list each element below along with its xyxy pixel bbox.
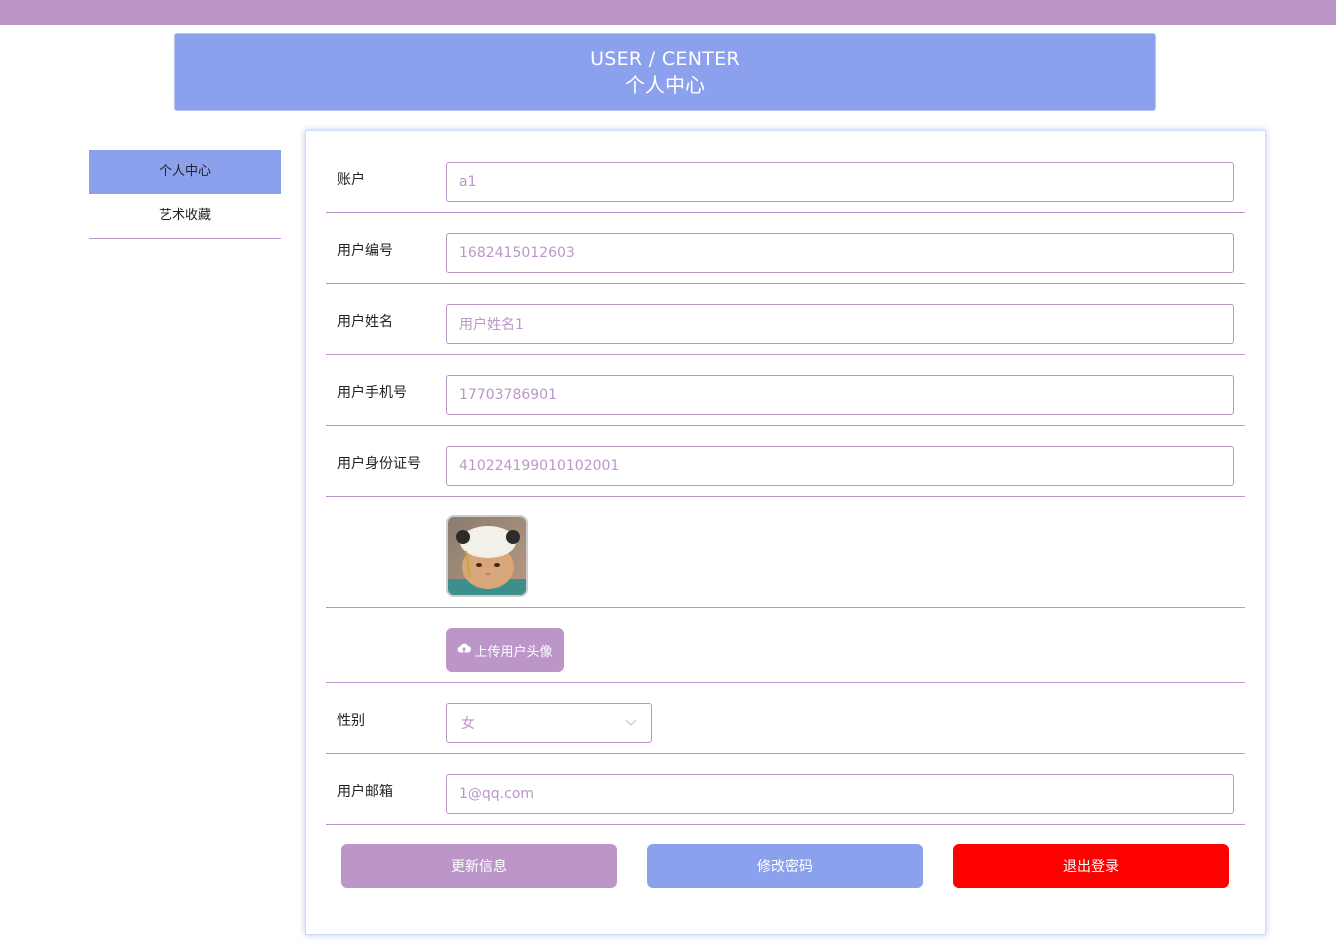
avatar-row: [326, 497, 1245, 608]
account-label: 账户: [337, 172, 365, 188]
page-title-en: USER / CENTER: [590, 48, 740, 70]
logout-button[interactable]: 退出登录: [953, 844, 1229, 888]
gender-label: 性别: [337, 713, 365, 729]
sidebar-item-profile[interactable]: 个人中心: [89, 150, 281, 194]
top-bar: [0, 0, 1336, 25]
upload-avatar-button[interactable]: 上传用户头像: [446, 628, 564, 672]
page-title-banner: USER / CENTER 个人中心: [174, 33, 1156, 111]
account-input[interactable]: [446, 162, 1234, 202]
user-phone-label: 用户手机号: [337, 385, 407, 401]
page-title-cn: 个人中心: [625, 73, 705, 97]
change-password-button[interactable]: 修改密码: [647, 844, 923, 888]
user-id-input[interactable]: [446, 233, 1234, 273]
chevron-down-icon: [625, 715, 637, 731]
user-id-card-label: 用户身份证号: [337, 456, 421, 472]
profile-form-panel: 账户 用户编号 用户姓名 用户手机号 用户身份证号: [305, 130, 1266, 935]
gender-select[interactable]: 女: [446, 703, 652, 743]
upload-avatar-label: 上传用户头像: [474, 644, 553, 660]
user-id-card-row: 用户身份证号: [326, 426, 1245, 497]
user-id-card-input[interactable]: [446, 446, 1234, 486]
user-phone-input[interactable]: [446, 375, 1234, 415]
gender-selected-value: 女: [461, 716, 475, 732]
user-name-row: 用户姓名: [326, 284, 1245, 355]
upload-row: 上传用户头像: [326, 608, 1245, 683]
gender-row: 性别 女: [326, 683, 1245, 754]
account-row: 账户: [326, 142, 1245, 213]
email-row: 用户邮箱: [326, 754, 1245, 825]
sidebar-item-art-collection[interactable]: 艺术收藏: [89, 194, 281, 238]
user-name-label: 用户姓名: [337, 314, 393, 330]
user-phone-row: 用户手机号: [326, 355, 1245, 426]
sidebar-menu: 个人中心 艺术收藏: [89, 150, 281, 239]
user-name-input[interactable]: [446, 304, 1234, 344]
email-label: 用户邮箱: [337, 784, 393, 800]
cat-photo: [448, 517, 526, 595]
avatar: [446, 515, 528, 597]
user-id-row: 用户编号: [326, 213, 1245, 284]
email-input[interactable]: [446, 774, 1234, 814]
cloud-upload-icon: [457, 642, 472, 658]
user-id-label: 用户编号: [337, 243, 393, 259]
update-info-button[interactable]: 更新信息: [341, 844, 617, 888]
